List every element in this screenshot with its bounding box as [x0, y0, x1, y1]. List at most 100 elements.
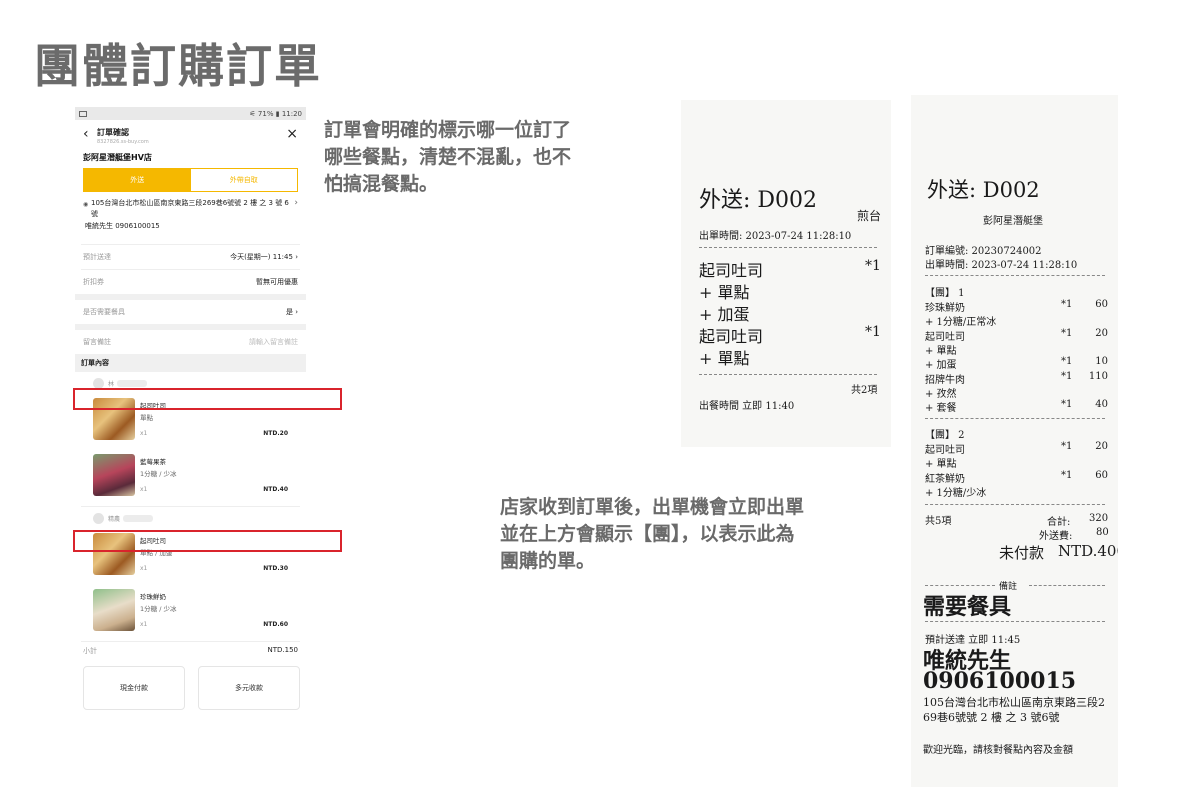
highlight-box-person-2: [73, 530, 342, 552]
contact-info: 唯統先生 0906100015: [85, 222, 160, 230]
note-row[interactable]: 留言備註 請輸入留言備註: [75, 330, 306, 354]
utensils-value: 是 ›: [285, 308, 298, 316]
note-label: 留言備註: [83, 338, 111, 346]
customer-phone: 0906100015: [923, 668, 1077, 694]
delivery-time-value: 今天(星期一) 11:45 ›: [230, 253, 298, 261]
order-content-header: 訂單內容: [75, 354, 306, 372]
coupon-label: 折扣券: [83, 278, 104, 286]
description-line: 並在上方會顯示【團】，以表示此為: [500, 523, 795, 545]
note-text: 需要餐具: [923, 594, 1012, 620]
phone-screenshot: ⚟ 71% ▮ 11:20 ‹ 訂單確認 8327826.ss-buy.com …: [75, 107, 306, 739]
receipt-item-qty: *1: [1061, 399, 1073, 411]
receipt-item-name: + 套餐: [925, 403, 957, 415]
item-option: 1分糖 / 少冰: [140, 605, 177, 613]
receipt-station: 煎台: [857, 209, 882, 223]
address-line: 69巷6號號 2 樓 之 3 號6號: [923, 711, 1060, 724]
receipt-item-qty: *1: [1061, 327, 1073, 339]
utensils-row[interactable]: 是否需要餐具 是 ›: [75, 300, 306, 324]
receipt-item-name: + 1分糖/正常冰: [925, 317, 997, 329]
unpaid-value: NTD.400: [1058, 542, 1118, 560]
back-icon[interactable]: ‹: [83, 127, 89, 141]
blurred-name: [123, 514, 154, 522]
group-label: 【團】 2: [925, 430, 965, 441]
battery-icon: ▮: [275, 109, 280, 118]
item-image: [93, 589, 135, 631]
delivery-time-label: 預計送達: [83, 253, 111, 261]
chevron-right-icon: ›: [295, 308, 298, 316]
signal-icon: ⚟: [249, 109, 256, 118]
receipt-total-items: 共2項: [851, 385, 878, 396]
item-option: 單點: [140, 414, 153, 422]
item-qty: x1: [140, 486, 148, 493]
coupon-value: 暫無可用優惠: [256, 278, 298, 286]
item-qty: x1: [140, 565, 148, 572]
chevron-right-icon: ›: [294, 198, 298, 208]
delivery-tabs: 外送 外帶自取: [83, 168, 298, 192]
location-pin-icon: ◉: [83, 201, 89, 208]
description-1: 訂單會明確的標示哪一位訂了 哪些餐點，清楚不混亂，也不 怕搞混餐點。: [324, 117, 571, 198]
address-block[interactable]: ◉ 105台灣台北市松山區南京東路三段269巷6號號 2 樓 之 3 號 6號 …: [75, 192, 306, 244]
fee-value: 80: [1096, 527, 1109, 538]
subtotal-row: 小計 NTD.150: [75, 642, 306, 660]
tab-pickup[interactable]: 外帶自取: [190, 169, 297, 191]
item-price: NTD.20: [263, 430, 288, 437]
coupon-row[interactable]: 折扣券 暫無可用優惠: [75, 270, 306, 294]
receipt-qty: *1: [865, 258, 881, 274]
receipt-line: + 加蛋: [699, 305, 750, 324]
customer-receipt: 外送: D002 彭阿星潛艇堡 訂單編號: 20230724002 出單時間: …: [911, 95, 1118, 787]
subtotal-label: 小計: [83, 647, 97, 655]
receipt-line: + 單點: [699, 283, 750, 302]
receipt-order-no: 訂單編號: 20230724002: [925, 246, 1042, 257]
description-line: 怕搞混餐點。: [324, 173, 439, 195]
receipt-item-name: 招牌牛肉: [925, 374, 965, 386]
blurred-name: [117, 379, 148, 387]
highlight-box-person-1: [73, 388, 342, 410]
receipt-divider: [925, 275, 1105, 276]
multi-pay-button[interactable]: 多元收款: [198, 666, 300, 710]
item-image: [93, 454, 135, 496]
kitchen-receipt: 外送: D002 煎台 出單時間: 2023-07-24 11:28:10 起司…: [681, 100, 891, 447]
item-qty: x1: [140, 621, 148, 628]
status-info: ⚟ 71% ▮ 11:20: [249, 110, 302, 118]
note-input[interactable]: 請輸入留言備註: [249, 337, 298, 347]
page-title: 團體訂購訂單: [34, 39, 322, 93]
chevron-right-icon: ›: [295, 253, 298, 261]
receipt-title: 外送: D002: [927, 178, 1040, 202]
address-line: 105台灣台北市松山區南京東路三段2: [923, 696, 1105, 709]
store-name: 彭阿星潛艇堡HV店: [83, 153, 152, 162]
fee-label: 外送費:: [1039, 531, 1073, 542]
address-text: 105台灣台北市松山區南京東路三段269巷6號號 2 樓 之 3 號 6號: [91, 199, 289, 218]
cash-pay-button[interactable]: 現金付款: [83, 666, 185, 710]
receipt-time: 出單時間: 2023-07-24 11:28:10: [925, 260, 1078, 271]
receipt-item-name: + 加蛋: [925, 360, 957, 372]
receipt-item-name: + 單點: [925, 459, 957, 471]
receipt-item-name: + 單點: [925, 345, 957, 357]
item-name: 珍珠鮮奶: [140, 593, 166, 601]
receipt-divider: [925, 621, 1105, 622]
order-item: 珍珠鮮奶 1分糖 / 少冰 x1 NTD.60: [75, 585, 306, 641]
receipt-item-price: 110: [1088, 370, 1108, 382]
group-person-2: 精農: [75, 507, 306, 529]
order-item: 藍莓果茶 1分糖 / 少冰 x1 NTD.40: [75, 450, 306, 506]
item-price: NTD.30: [263, 565, 288, 572]
receipt-qty: *1: [865, 324, 881, 340]
receipt-divider: [1029, 585, 1105, 586]
description-line: 哪些餐點，清楚不混亂，也不: [324, 146, 572, 168]
item-option: 1分糖 / 少冰: [140, 470, 177, 478]
avatar: [93, 512, 104, 524]
receipt-item-name: 紅茶鮮奶: [925, 473, 965, 485]
description-2: 店家收到訂單後，出單機會立即出單 並在上方會顯示【團】，以表示此為 團購的單。: [500, 494, 804, 575]
tab-delivery[interactable]: 外送: [84, 169, 191, 191]
receipt-total-items: 共5項: [925, 516, 952, 527]
receipt-title: 外送: D002: [699, 188, 818, 213]
delivery-time-row[interactable]: 預計送達 今天(星期一) 11:45 ›: [75, 245, 306, 269]
receipt-divider: [699, 247, 877, 248]
receipt-line: + 單點: [699, 349, 750, 368]
receipt-item-name: 起司吐司: [925, 331, 965, 343]
receipt-item-qty: *1: [1061, 299, 1073, 310]
receipt-footer: 歡迎光臨，請核對餐點內容及金額: [923, 745, 1073, 756]
item-qty: x1: [140, 430, 148, 437]
close-icon[interactable]: ×: [286, 126, 298, 142]
receipt-meal-time: 出餐時間 立即 11:40: [699, 401, 795, 412]
description-line: 店家收到訂單後，出單機會立即出單: [500, 496, 805, 518]
